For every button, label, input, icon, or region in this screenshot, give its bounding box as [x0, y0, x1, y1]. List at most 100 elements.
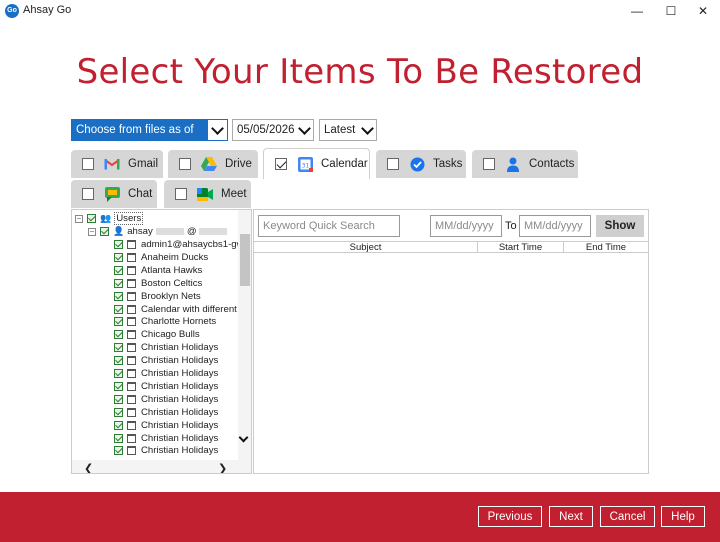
column-subject[interactable]: Subject [254, 242, 478, 253]
cancel-button[interactable]: Cancel [600, 506, 655, 527]
tree-calendar-row[interactable]: Christian Holidays [114, 354, 218, 367]
tree-calendar-checkbox[interactable] [114, 343, 123, 353]
tab-calendar[interactable]: 31 Calendar [263, 148, 370, 179]
tree-root-row[interactable]: − 👥 Users [75, 212, 144, 225]
tree-calendar-row[interactable]: Christian Holidays [114, 419, 218, 432]
tree-calendar-row[interactable]: Charlotte Hornets [114, 315, 216, 328]
tree-calendar-checkbox[interactable] [114, 240, 123, 249]
maximize-button[interactable]: ☐ [654, 0, 688, 22]
date-select-value: 05/05/2026 [237, 124, 295, 136]
calendar-icon [127, 265, 136, 275]
next-button[interactable]: Next [549, 506, 593, 527]
chevron-down-icon[interactable] [238, 432, 249, 443]
previous-button[interactable]: Previous [478, 506, 542, 527]
tree-calendar-checkbox[interactable] [114, 446, 123, 456]
tree-calendar-checkbox[interactable] [114, 330, 123, 340]
tree-calendar-row[interactable]: Boston Celtics [114, 277, 202, 290]
tree-calendar-checkbox[interactable] [114, 433, 123, 443]
chevron-down-icon[interactable] [358, 120, 376, 140]
tree-calendar-row[interactable]: Anaheim Ducks [114, 251, 208, 264]
to-label: To [505, 220, 517, 232]
show-button[interactable]: Show [596, 215, 644, 237]
help-button[interactable]: Help [661, 506, 705, 527]
tab-drive-checkbox[interactable] [179, 158, 191, 170]
tree-calendar-checkbox[interactable] [114, 265, 123, 275]
tree-horizontal-scrollbar[interactable]: ❮ ❯ [72, 460, 251, 473]
tab-tasks[interactable]: Tasks [376, 150, 466, 178]
tree-calendar-row[interactable]: Christian Holidays [114, 380, 218, 393]
to-date-input[interactable] [519, 215, 591, 237]
calendar-icon [127, 433, 136, 443]
close-button[interactable]: ✕ [686, 0, 720, 22]
tree-calendar-label: Christian Holidays [141, 355, 219, 367]
tab-drive[interactable]: Drive [168, 150, 258, 178]
from-date-input[interactable] [430, 215, 502, 237]
chevron-down-icon[interactable] [295, 120, 313, 140]
drive-icon [201, 156, 217, 172]
tree-calendar-row[interactable]: Christian Holidays [114, 444, 218, 457]
collapse-icon[interactable]: − [75, 214, 83, 223]
source-select-value: Choose from files as of job [72, 120, 207, 156]
tab-tasks-label: Tasks [433, 158, 463, 170]
keyword-search-input[interactable] [258, 215, 400, 237]
tab-chat-label: Chat [128, 188, 153, 200]
tab-contacts-checkbox[interactable] [483, 158, 495, 170]
tree-calendar-label: Anaheim Ducks [141, 251, 209, 263]
tree-calendar-checkbox[interactable] [114, 369, 123, 378]
tree-calendar-row[interactable]: admin1@ahsaycbs1-gws [114, 238, 248, 251]
tree-calendar-checkbox[interactable] [114, 252, 123, 262]
tab-meet-checkbox[interactable] [175, 188, 187, 200]
chevron-down-icon[interactable] [207, 120, 227, 140]
redacted-block [198, 228, 227, 235]
tab-gmail[interactable]: Gmail [71, 150, 163, 178]
tree-calendar-row[interactable]: Christian Holidays [114, 432, 218, 445]
tree-calendar-row[interactable]: Christian Holidays [114, 367, 218, 380]
tree-calendar-checkbox[interactable] [114, 291, 123, 301]
collapse-icon[interactable]: − [88, 227, 96, 236]
tree-calendar-checkbox[interactable] [114, 394, 123, 404]
calendar-icon [127, 252, 136, 262]
tab-meet[interactable]: Meet [164, 180, 251, 208]
tree-calendar-checkbox[interactable] [114, 278, 123, 288]
tree-user-label: ahsay [127, 226, 153, 237]
tree-calendar-row[interactable]: Atlanta Hawks [114, 264, 202, 277]
tree-calendar-checkbox[interactable] [114, 420, 123, 430]
minimize-button[interactable]: — [620, 0, 654, 22]
tree-root-checkbox[interactable] [87, 214, 96, 223]
tree-calendar-checkbox[interactable] [114, 304, 123, 314]
tab-gmail-checkbox[interactable] [82, 158, 94, 170]
chevron-right-icon[interactable]: ❯ [218, 462, 227, 473]
tree-calendar-checkbox[interactable] [114, 356, 123, 366]
tree-calendar-row[interactable]: Brooklyn Nets [114, 290, 201, 303]
tree-user-row[interactable]: − 👤 ahsay @ [88, 225, 227, 238]
source-select[interactable]: Choose from files as of job [71, 119, 228, 156]
version-select[interactable]: Latest [319, 119, 377, 141]
tab-tasks-checkbox[interactable] [387, 158, 399, 170]
tree-calendar-checkbox[interactable] [114, 407, 123, 417]
tree-scroll-thumb[interactable] [240, 234, 250, 286]
column-end-time[interactable]: End Time [564, 242, 648, 253]
tree-calendar-row[interactable]: Christian Holidays [114, 393, 218, 406]
chevron-left-icon[interactable]: ❮ [84, 462, 93, 473]
tab-contacts[interactable]: Contacts [472, 150, 578, 178]
tree-user-checkbox[interactable] [100, 227, 109, 236]
column-start-time[interactable]: Start Time [478, 242, 564, 253]
tab-chat-checkbox[interactable] [82, 188, 94, 200]
tree-user-label-suffix: @ [186, 226, 197, 237]
calendar-tree[interactable]: − 👥 Users − 👤 ahsay @ admin1@ahsaycbs1-g… [71, 209, 252, 474]
redacted-block [155, 228, 184, 235]
tree-calendar-checkbox[interactable] [114, 381, 123, 391]
tab-gmail-label: Gmail [128, 158, 159, 170]
tree-vertical-scrollbar[interactable] [238, 210, 251, 460]
tree-calendar-row[interactable]: Christian Holidays [114, 406, 218, 419]
calendar-icon [127, 381, 136, 391]
tree-calendar-row[interactable]: Calendar with different ti [114, 303, 244, 316]
tree-calendar-label: Boston Celtics [141, 277, 203, 289]
tree-calendar-row[interactable]: Christian Holidays [114, 341, 218, 354]
date-select[interactable]: 05/05/2026 [232, 119, 314, 141]
tree-root-label: Users [114, 212, 144, 225]
tab-calendar-checkbox[interactable] [275, 158, 287, 170]
tree-calendar-checkbox[interactable] [114, 317, 123, 327]
tab-chat[interactable]: Chat [71, 180, 157, 208]
tree-calendar-row[interactable]: Chicago Bulls [114, 328, 200, 341]
